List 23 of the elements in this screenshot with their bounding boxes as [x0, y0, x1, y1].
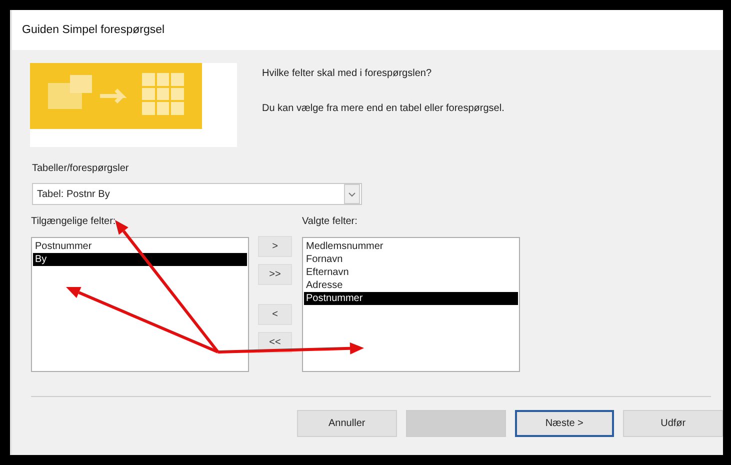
- instruction-text: Hvilke felter skal med i forespørgslen?: [262, 68, 433, 79]
- field-label: Tabeller/forespørgsler: [32, 163, 130, 174]
- list-item[interactable]: Postnummer: [33, 240, 247, 253]
- dialog-button[interactable]: Udfør: [623, 410, 723, 437]
- field-label: Valgte felter:: [302, 216, 358, 227]
- list-item[interactable]: Adresse: [304, 279, 518, 292]
- move-button[interactable]: >: [258, 236, 292, 257]
- list-item[interactable]: By: [33, 253, 247, 266]
- window-title: Guiden Simpel forespørgsel: [22, 24, 165, 36]
- move-button[interactable]: <: [258, 304, 292, 325]
- list-item[interactable]: Postnummer: [304, 292, 518, 305]
- move-button[interactable]: >>: [258, 264, 292, 285]
- dropdown-icon[interactable]: [344, 184, 360, 204]
- field-list[interactable]: Postnummer By: [31, 237, 249, 372]
- dialog-button[interactable]: Annuller: [297, 410, 397, 437]
- field-label: Tilgængelige felter:: [31, 216, 117, 227]
- list-item[interactable]: Medlemsnummer: [304, 240, 518, 253]
- dialog-button[interactable]: Næste >: [514, 410, 614, 437]
- field-list[interactable]: Medlemsnummer Fornavn Efternavn Adresse Postnummer: [302, 237, 520, 372]
- list-item[interactable]: Fornavn: [304, 253, 518, 266]
- table-dropdown[interactable]: Tabel: Postnr By: [32, 183, 362, 205]
- instruction-text: Du kan vælge fra mere end en tabel eller forespørgsel.: [262, 103, 504, 114]
- list-item[interactable]: Efternavn: [304, 266, 518, 279]
